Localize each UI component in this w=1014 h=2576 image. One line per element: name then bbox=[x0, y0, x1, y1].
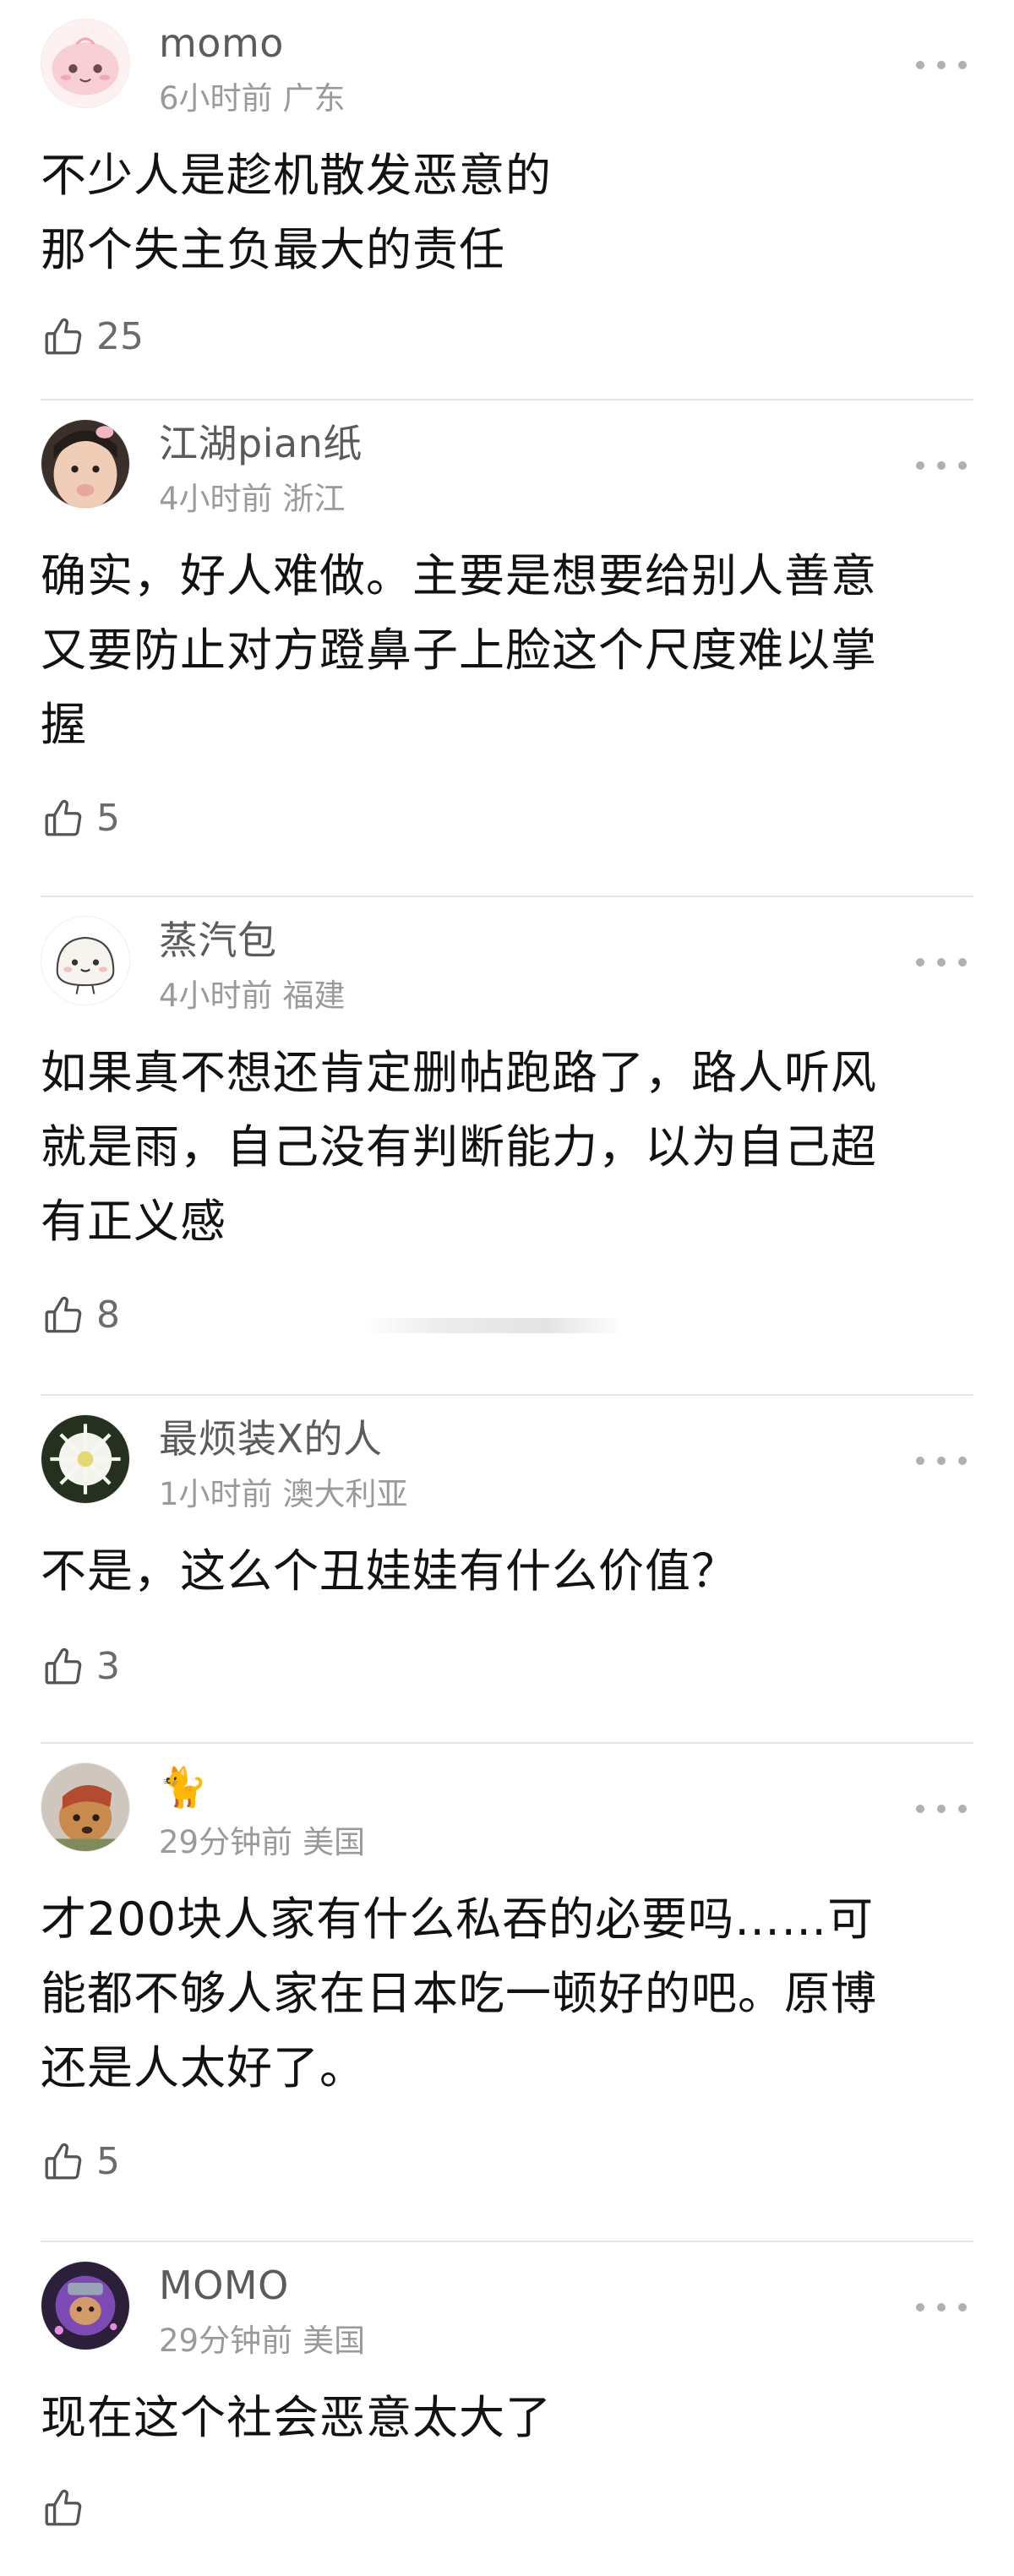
thumbs-up-icon bbox=[45, 318, 82, 355]
more-dots-icon bbox=[916, 61, 924, 69]
more-dots-icon bbox=[916, 1457, 924, 1465]
like-button[interactable]: 8 bbox=[42, 1294, 120, 1337]
comment-line: 能都不够人家在日本吃一顿好的吧。原博 bbox=[41, 1967, 877, 2020]
comment-line: 握 bbox=[41, 698, 87, 751]
comment-line: 那个失主负最大的责任 bbox=[41, 223, 505, 276]
avatar[interactable] bbox=[41, 916, 130, 1005]
comment-location: 福建 bbox=[282, 978, 346, 1014]
purple-character-avatar-icon bbox=[41, 2262, 129, 2350]
comment-line: 又要防止对方蹬鼻子上脸这个尺度难以掌 bbox=[41, 624, 877, 677]
comment-time: 1小时前 bbox=[159, 1476, 273, 1512]
comment-line: 不是，这么个丑娃娃有什么价值？ bbox=[41, 1544, 738, 1598]
like-button[interactable] bbox=[42, 2487, 96, 2530]
comment-item: 江湖pian纸 4小时前 浙江 确实，好人难做。主要是想要给别人善意 又要防止对方… bbox=[0, 400, 1014, 897]
decorative-smudge bbox=[363, 1318, 625, 1333]
comment-line: 不少人是趁机散发恶意的 bbox=[41, 149, 552, 202]
more-options-button[interactable] bbox=[916, 453, 967, 478]
comment-time: 6小时前 bbox=[159, 80, 273, 117]
more-dots-icon bbox=[916, 1805, 924, 1813]
username[interactable]: 🐈 bbox=[159, 1767, 208, 1806]
more-options-button[interactable] bbox=[916, 2295, 967, 2320]
comment-line: 现在这个社会恶意太大了 bbox=[41, 2391, 552, 2444]
like-count: 25 bbox=[96, 315, 144, 358]
comment-meta: 4小时前 福建 bbox=[159, 980, 346, 1011]
more-options-button[interactable] bbox=[916, 52, 967, 78]
baby-photo-avatar-icon bbox=[41, 420, 129, 508]
comment-line: 才200块人家有什么私吞的必要吗……可 bbox=[41, 1893, 875, 1946]
username[interactable]: 江湖pian纸 bbox=[159, 424, 363, 463]
like-count: 8 bbox=[96, 1293, 120, 1337]
username[interactable]: MOMO bbox=[159, 2266, 289, 2305]
like-button[interactable]: 5 bbox=[42, 798, 120, 840]
comment-text: 不是，这么个丑娃娃有什么价值？ bbox=[41, 1534, 973, 1609]
thumbs-up-icon bbox=[45, 799, 82, 836]
thumbs-up-icon bbox=[45, 2143, 82, 2180]
avatar[interactable] bbox=[41, 1762, 130, 1852]
comment-meta: 29分钟前 美国 bbox=[159, 1827, 365, 1858]
more-dots-icon bbox=[916, 958, 924, 967]
more-options-button[interactable] bbox=[916, 1448, 967, 1473]
more-options-button[interactable] bbox=[916, 1796, 967, 1822]
avatar[interactable] bbox=[41, 1414, 130, 1504]
like-button[interactable]: 25 bbox=[42, 316, 144, 358]
comment-time: 4小时前 bbox=[159, 978, 273, 1014]
like-button[interactable]: 5 bbox=[42, 2141, 120, 2183]
comment-time: 29分钟前 bbox=[159, 2323, 293, 2359]
comment-text: 确实，好人难做。主要是想要给别人善意 又要防止对方蹬鼻子上脸这个尺度难以掌 握 bbox=[41, 539, 973, 762]
comment-line: 确实，好人难做。主要是想要给别人善意 bbox=[41, 549, 877, 602]
comment-line: 如果真不想还肯定删帖跑路了，路人听风 bbox=[41, 1046, 877, 1099]
thumbs-up-icon bbox=[45, 1647, 82, 1685]
comment-line: 有正义感 bbox=[41, 1195, 226, 1248]
username[interactable]: 蒸汽包 bbox=[159, 921, 277, 960]
comment-text: 才200块人家有什么私吞的必要吗……可 能都不够人家在日本吃一顿好的吧。原博 还… bbox=[41, 1882, 973, 2105]
pink-bun-avatar-icon bbox=[41, 19, 129, 107]
like-count: 5 bbox=[96, 2140, 120, 2183]
comment-meta: 6小时前 广东 bbox=[159, 83, 346, 114]
username[interactable]: 最烦装X的人 bbox=[159, 1419, 383, 1458]
like-count: 3 bbox=[96, 1645, 120, 1688]
comment-text: 现在这个社会恶意太大了 bbox=[41, 2381, 973, 2455]
username[interactable]: momo bbox=[159, 24, 284, 63]
comment-feed: momo 6小时前 广东 不少人是趁机散发恶意的 那个失主负最大的责任 25 江… bbox=[0, 0, 1014, 2576]
comment-time: 4小时前 bbox=[159, 481, 273, 517]
comment-item: MOMO 29分钟前 美国 现在这个社会恶意太大了 bbox=[0, 2242, 1014, 2576]
comment-meta: 1小时前 澳大利亚 bbox=[159, 1479, 408, 1510]
dog-photo-avatar-icon bbox=[41, 1763, 129, 1851]
like-button[interactable]: 3 bbox=[42, 1646, 120, 1688]
comment-location: 浙江 bbox=[282, 481, 346, 517]
like-count: 5 bbox=[96, 797, 120, 840]
comment-item: 🐈 29分钟前 美国 才200块人家有什么私吞的必要吗……可 能都不够人家在日本吃… bbox=[0, 1744, 1014, 2242]
comment-location: 广东 bbox=[282, 80, 346, 117]
comment-line: 就是雨，自己没有判断能力，以为自己超 bbox=[41, 1120, 877, 1174]
comment-meta: 4小时前 浙江 bbox=[159, 483, 346, 515]
comment-item: momo 6小时前 广东 不少人是趁机散发恶意的 那个失主负最大的责任 25 bbox=[0, 0, 1014, 400]
more-dots-icon bbox=[916, 461, 924, 470]
comment-line: 还是人太好了。 bbox=[41, 2041, 366, 2094]
flower-photo-avatar-icon bbox=[41, 1415, 129, 1503]
comment-item: 最烦装X的人 1小时前 澳大利亚 不是，这么个丑娃娃有什么价值？ 3 bbox=[0, 1396, 1014, 1744]
steamed-bun-avatar-icon bbox=[41, 917, 129, 1005]
thumbs-up-icon bbox=[45, 1296, 82, 1333]
more-options-button[interactable] bbox=[916, 950, 967, 975]
more-dots-icon bbox=[916, 2303, 924, 2312]
thumbs-up-icon bbox=[45, 2489, 82, 2526]
comment-item: 蒸汽包 4小时前 福建 如果真不想还肯定删帖跑路了，路人听风 就是雨，自己没有判断… bbox=[0, 897, 1014, 1396]
comment-location: 美国 bbox=[303, 1824, 366, 1860]
comment-location: 美国 bbox=[303, 2323, 366, 2359]
avatar[interactable] bbox=[41, 419, 130, 509]
comment-text: 不少人是趁机散发恶意的 那个失主负最大的责任 bbox=[41, 139, 973, 287]
comment-text: 如果真不想还肯定删帖跑路了，路人听风 就是雨，自己没有判断能力，以为自己超 有正… bbox=[41, 1036, 973, 1259]
comment-location: 澳大利亚 bbox=[282, 1476, 408, 1512]
avatar[interactable] bbox=[41, 19, 130, 108]
comment-time: 29分钟前 bbox=[159, 1824, 293, 1860]
avatar[interactable] bbox=[41, 2261, 130, 2350]
comment-meta: 29分钟前 美国 bbox=[159, 2325, 365, 2356]
